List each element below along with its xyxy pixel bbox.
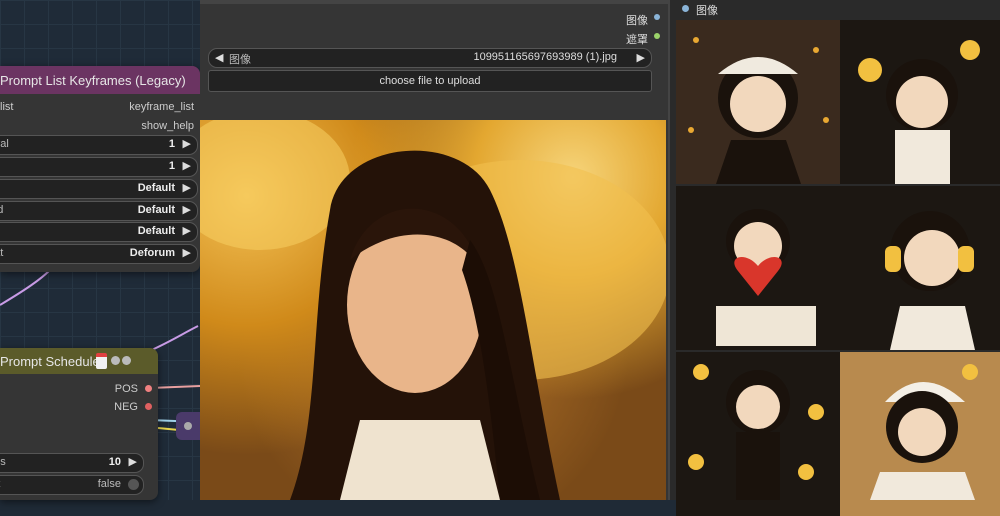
link-purple-1 — [0, 270, 50, 305]
node-title-bar[interactable]: Prompt List Keyframes (Legacy) — [0, 66, 200, 94]
cartoon-girl-image — [676, 352, 840, 500]
increment-arrow-icon[interactable]: ▶ — [183, 224, 191, 237]
badge-icon — [122, 356, 131, 365]
increment-arrow-icon[interactable]: ▶ — [183, 181, 191, 194]
increment-arrow-icon[interactable]: ▶ — [183, 159, 191, 172]
badge-icon — [111, 356, 120, 365]
output-show-help: show_help — [141, 120, 194, 132]
combo-label: 图像 — [229, 51, 251, 67]
upload-button[interactable]: choose file to upload — [208, 70, 652, 92]
prompt-schedule-node[interactable]: Prompt Schedule POS NEG mes 10 ▶ put fal… — [0, 348, 158, 500]
widget-label: mat — [0, 247, 3, 259]
widget-format[interactable]: mat Deforum ▶ — [0, 244, 198, 264]
node-title: Prompt List Keyframes (Legacy) — [0, 73, 186, 88]
widget-interval[interactable]: erval 1 ▶ — [0, 135, 198, 155]
preview-tile[interactable] — [676, 186, 840, 350]
output-port-dot[interactable] — [654, 33, 660, 39]
calendar-icon — [96, 353, 107, 369]
input-port-dot[interactable] — [682, 5, 689, 12]
node-top-edge — [200, 0, 668, 4]
preview-tile[interactable] — [840, 20, 1000, 184]
preview-image-node[interactable]: 图像 — [668, 0, 1000, 500]
output-port-dot[interactable] — [145, 403, 152, 410]
input-label: list — [0, 101, 13, 113]
increment-arrow-icon[interactable]: ▶ — [183, 137, 191, 150]
widget-2[interactable]: 1 ▶ — [0, 157, 198, 177]
widget-value: Default — [138, 182, 175, 194]
node-stub[interactable] — [176, 412, 200, 440]
toggle-icon[interactable] — [128, 479, 139, 490]
input-image-label: 图像 — [696, 2, 718, 18]
widget-label: eed — [0, 204, 3, 216]
cartoon-girl-image — [840, 20, 1000, 184]
output-mask-label: 遮罩 — [626, 31, 648, 47]
widget-value: Default — [138, 204, 175, 216]
next-arrow-icon[interactable]: ▶ — [637, 51, 645, 64]
widget-value: false — [98, 478, 121, 490]
preview-tile[interactable] — [840, 352, 1000, 516]
increment-arrow-icon[interactable]: ▶ — [183, 246, 191, 259]
widget-speed[interactable]: eed Default ▶ — [0, 201, 198, 221]
preview-tile[interactable] — [676, 352, 840, 516]
widget-value: Default — [138, 225, 175, 237]
widget-type[interactable]: e Default ▶ — [0, 179, 198, 199]
output-image-label: 图像 — [626, 12, 648, 28]
widget-output-toggle[interactable]: put false — [0, 475, 144, 495]
output-neg: NEG — [114, 401, 138, 413]
output-pos: POS — [115, 383, 138, 395]
cartoon-girl-image — [840, 186, 1000, 350]
prev-arrow-icon[interactable]: ◀ — [215, 51, 223, 64]
preview-tile[interactable] — [840, 186, 1000, 350]
widget-value: Deforum — [130, 247, 175, 259]
loaded-image-preview — [200, 120, 666, 500]
port-dot[interactable] — [184, 422, 192, 430]
widget-label: erval — [0, 138, 9, 150]
output-keyframe-list: keyframe_list — [129, 101, 194, 113]
widget-label: mes — [0, 456, 6, 468]
output-port-dot[interactable] — [145, 385, 152, 392]
cartoon-girl-image — [676, 20, 840, 184]
output-port-dot[interactable] — [654, 14, 660, 20]
widget-value: 10 — [109, 456, 121, 468]
cartoon-girl-image — [676, 186, 840, 350]
node-title: Prompt Schedule — [0, 354, 100, 369]
widget-profile[interactable]: file Default ▶ — [0, 222, 198, 242]
portrait-photo — [200, 120, 666, 500]
node-title-bar[interactable]: Prompt Schedule — [0, 348, 158, 374]
combo-value: 109951165697693989 (1).jpg — [473, 51, 617, 63]
widget-value: 1 — [169, 138, 175, 150]
cartoon-girl-image — [840, 352, 1000, 500]
prompt-list-keyframes-node[interactable]: Prompt List Keyframes (Legacy) list keyf… — [0, 66, 200, 272]
increment-arrow-icon[interactable]: ▶ — [129, 455, 137, 468]
preview-tile[interactable] — [676, 20, 840, 184]
widget-value: 1 — [169, 160, 175, 172]
increment-arrow-icon[interactable]: ▶ — [183, 203, 191, 216]
widget-frames[interactable]: mes 10 ▶ — [0, 453, 144, 473]
image-select-combo[interactable]: ◀ 图像 109951165697693989 (1).jpg ▶ — [208, 48, 652, 68]
